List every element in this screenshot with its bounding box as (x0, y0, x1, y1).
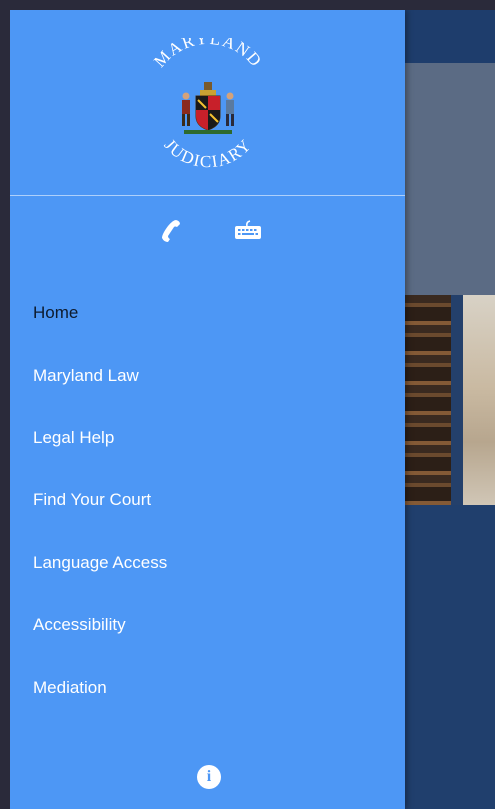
background-lower-panel (405, 505, 495, 809)
drawer-header: MARYLAND JUDICIARY (10, 10, 405, 195)
menu-item-maryland-law[interactable]: Maryland Law (10, 344, 405, 406)
seal-crest-icon (182, 82, 234, 134)
svg-text:MARYLAND: MARYLAND (150, 38, 266, 71)
contact-icon-row (10, 215, 405, 245)
menu-item-language-access[interactable]: Language Access (10, 532, 405, 594)
background-banner-edge (405, 63, 495, 295)
info-glyph: i (206, 768, 212, 785)
app-screen: MARYLAND JUDICIARY Home Maryland Law Leg… (10, 10, 495, 809)
keyboard-icon[interactable] (233, 215, 263, 245)
navigation-drawer: MARYLAND JUDICIARY Home Maryland Law Leg… (10, 10, 405, 809)
background-bookshelf-photo (405, 295, 451, 505)
maryland-judiciary-seal-logo: MARYLAND JUDICIARY (138, 38, 278, 183)
seal-top-text: MARYLAND (150, 38, 265, 71)
seal-bottom-text: JUDICIARY (161, 135, 255, 171)
menu-item-mediation[interactable]: Mediation (10, 656, 405, 718)
drawer-menu: Home Maryland Law Legal Help Find Your C… (10, 282, 405, 719)
menu-item-find-your-court[interactable]: Find Your Court (10, 469, 405, 531)
menu-item-home[interactable]: Home (10, 282, 405, 344)
background-person-photo (463, 295, 495, 505)
svg-text:JUDICIARY: JUDICIARY (161, 135, 256, 171)
menu-item-legal-help[interactable]: Legal Help (10, 407, 405, 469)
menu-item-accessibility[interactable]: Accessibility (10, 594, 405, 656)
info-icon[interactable]: i (197, 765, 221, 789)
header-divider (10, 195, 405, 196)
phone-icon[interactable] (155, 215, 185, 245)
